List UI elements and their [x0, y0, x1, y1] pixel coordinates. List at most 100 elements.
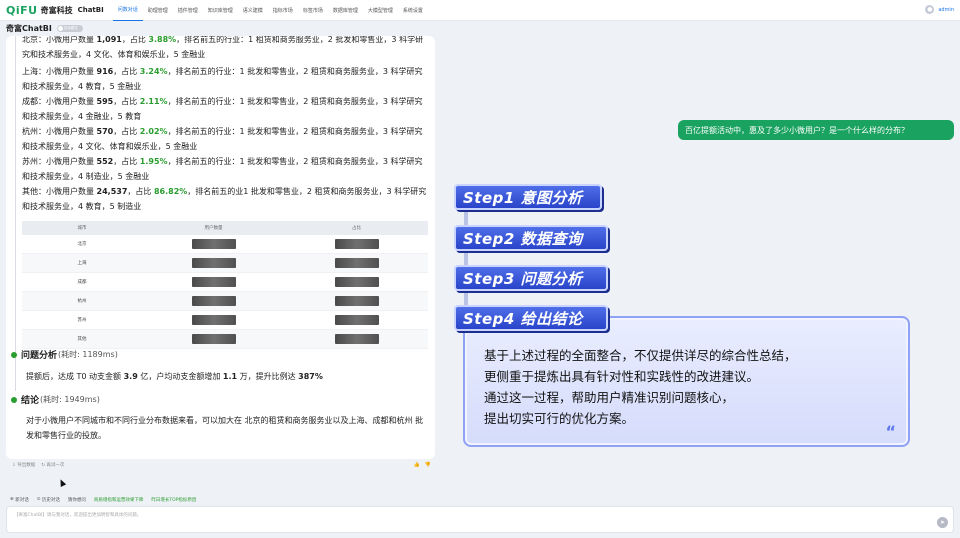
logo-product: ChatBI [77, 6, 104, 14]
conclusion-body: 对于小微用户不同城市和不同行业分布数据来看，可以加大在 北京的租赁和商务服务业以… [26, 416, 424, 440]
nav-item-settings[interactable]: 系统设置 [398, 0, 428, 21]
table-row: 杭州 [22, 292, 428, 311]
toggle-label: 自动模式 [63, 26, 78, 30]
conclusion-time: (耗时: 1949ms) [40, 395, 100, 404]
status-dot-icon [11, 351, 17, 358]
conclusion-line: 提出切实可行的优化方案。 [484, 411, 635, 426]
suggestion-chip[interactable]: 昨日增长TOP指标原因 [147, 497, 200, 503]
city-paragraph-other: 其他：小微用户数量 24,537，占比 86.82%，排名前五的业1 批发和零售… [22, 187, 427, 211]
like-icon[interactable]: 👍 [414, 462, 420, 468]
retry-label: 再试一次 [46, 463, 65, 468]
new-chat-label: 新对话 [15, 497, 29, 503]
nav-item-assistant[interactable]: 助理管理 [143, 0, 173, 21]
nav-item-tags[interactable]: 标签市场 [298, 0, 328, 21]
mouse-cursor-icon [57, 478, 67, 487]
conclusion-box: 基于上述过程的全面整合，不仅提供详尽的综合性总结， 更侧重于提炼出具有针对性和实… [463, 316, 910, 447]
avatar-icon: ● [925, 5, 935, 14]
history-label: 历史对话 [41, 497, 60, 503]
redacted-value [334, 258, 379, 268]
redacted-value [334, 334, 379, 344]
answer-actions: ⇩ 导出数据 ↻ 再试一次 👍 👎 [6, 459, 435, 471]
retry-button[interactable]: ↻ 再试一次 [41, 462, 65, 469]
column-header-count[interactable]: 用户数量 [142, 225, 285, 231]
step-1-badge: Step1 意图分析 [454, 184, 602, 210]
main-nav: 问数对话 助理管理 插件管理 知识库管理 语义建模 指标市场 标签市场 数据库管… [112, 0, 428, 21]
logo[interactable]: QiFU 奇富科技 ChatBI [6, 4, 104, 17]
new-chat-button[interactable]: ⊕ 新对话 [6, 497, 33, 503]
redacted-value [191, 277, 236, 287]
timeline-line [15, 36, 16, 391]
analysis-title: 问题分析 [21, 351, 58, 361]
user-name: admin [938, 6, 954, 13]
user-question-bubble: 百亿提额活动中，惠及了多少小微用户？是一个什么样的分布？ [678, 120, 954, 140]
redacted-value [334, 315, 379, 325]
table-row: 其他 [22, 330, 428, 349]
city-paragraph-shanghai: 上海：小微用户数量 916，占比 3.24%，排名前五的行业：1 批发和零售业，… [22, 67, 423, 91]
city-paragraph-beijing: 北京：小微用户数量 1,091，占比 3.88%，排名前五的行业：1 租赁和商务… [22, 36, 424, 59]
logo-text: 奇富科技 [40, 5, 73, 15]
table-cell-city: 其他 [77, 337, 87, 342]
redacted-value [334, 296, 379, 306]
status-dot-icon [11, 396, 17, 403]
table-row: 苏州 [22, 311, 428, 330]
nav-item-knowledge[interactable]: 知识库管理 [203, 0, 238, 21]
step-2-badge: Step2 数据查询 [454, 225, 608, 251]
chat-input[interactable]: 【奇富ChatBI】请与我对话，欢迎提出更加明智和具体的问题。 ➤ [6, 506, 954, 533]
city-paragraph-suzhou: 苏州：小微用户数量 552，占比 1.95%，排名前五的行业：1 批发和零售业，… [22, 157, 423, 181]
nav-item-chat[interactable]: 问数对话 [112, 0, 143, 21]
redacted-value [191, 239, 236, 249]
conclusion-title: 结论 [21, 396, 40, 406]
table-cell-city: 北京 [77, 242, 87, 247]
chat-title: 奇富ChatBI [6, 24, 52, 33]
user-menu[interactable]: ● admin [925, 5, 954, 14]
answer-scroll[interactable]: 北京：小微用户数量 1,091，占比 3.88%，排名前五的行业：1 租赁和商务… [6, 36, 435, 459]
table-row: 成都 [22, 273, 428, 292]
export-button[interactable]: ⇩ 导出数据 [12, 462, 36, 469]
conclusion-line: 更侧重于提炼出具有针对性和实践性的改进建议。 [484, 369, 760, 384]
chat-tools: ⊕ 新对话 ⊙ 历史对话 猜你想问 商质增指和运营效果下降 昨日增长TOP指标原… [6, 495, 200, 504]
city-paragraph-chengdu: 成都：小微用户数量 595，占比 2.11%，排名前五的行业：1 批发和零售业，… [22, 97, 423, 121]
answer-card: 北京：小微用户数量 1,091，占比 3.88%，排名前五的行业：1 租赁和商务… [6, 36, 435, 459]
conclusion-box-text: 基于上述过程的全面整合，不仅提供详尽的综合性总结， 更侧重于提炼出具有针对性和实… [484, 345, 904, 429]
toggle-knob [57, 26, 63, 31]
redacted-value [191, 315, 236, 325]
redacted-value [191, 334, 236, 344]
redacted-value [334, 239, 379, 249]
column-header-share[interactable]: 占比 [285, 225, 428, 231]
nav-item-plugins[interactable]: 插件管理 [173, 0, 203, 21]
analysis-section-header: 问题分析 (耗时: 1189ms) [11, 348, 118, 361]
dislike-icon[interactable]: 👎 [425, 462, 431, 468]
table-cell-city: 成都 [77, 280, 87, 285]
nav-item-metrics[interactable]: 指标市场 [268, 0, 298, 21]
redacted-value [334, 277, 379, 287]
step-4-badge: Step4 给出结论 [454, 305, 608, 331]
chat-header: 奇富ChatBI 自动模式 [0, 21, 435, 36]
mode-toggle[interactable]: 自动模式 [56, 25, 83, 32]
conclusion-line: 通过这一过程，帮助用户精准识别问题核心， [484, 390, 735, 405]
analysis-time: (耗时: 1189ms) [58, 350, 118, 359]
column-header-city[interactable]: 城市 [22, 225, 142, 231]
analysis-body: 提额后，达成 T0 动支金额 3.9 亿，户均动支金额增加 1.1 万，提升比例… [26, 372, 323, 381]
export-label: 导出数据 [17, 463, 36, 468]
suggest-hint: 猜你想问 [67, 497, 86, 503]
suggestion-chip[interactable]: 商质增指和运营效果下降 [90, 497, 148, 503]
send-icon[interactable]: ➤ [937, 517, 948, 528]
step-connector [464, 204, 468, 314]
conclusion-section-header: 结论 (耗时: 1949ms) [11, 393, 100, 406]
history-button[interactable]: ⊙ 历史对话 [33, 497, 64, 503]
conclusion-line: 基于上述过程的全面整合，不仅提供详尽的综合性总结， [484, 348, 797, 363]
step-3-badge: Step3 问题分析 [454, 265, 608, 291]
top-navbar: QiFU 奇富科技 ChatBI 问数对话 助理管理 插件管理 知识库管理 语义… [0, 0, 960, 21]
table-header: 城市 用户数量 占比 [22, 221, 428, 235]
nav-item-llm[interactable]: 大模型管理 [363, 0, 398, 21]
chat-input-placeholder: 【奇富ChatBI】请与我对话，欢迎提出更加明智和具体的问题。 [14, 513, 142, 518]
table-row: 北京 [22, 235, 428, 254]
logo-mark: QiFU [6, 3, 38, 17]
quote-mark-icon: “ [885, 422, 896, 441]
table-cell-city: 苏州 [77, 318, 87, 323]
redacted-value [191, 258, 236, 268]
nav-item-semantic[interactable]: 语义建模 [238, 0, 268, 21]
city-paragraph-hangzhou: 杭州：小微用户数量 570，占比 2.02%，排名前五的行业：1 批发和零售业，… [22, 127, 423, 151]
nav-item-database[interactable]: 数据库管理 [328, 0, 363, 21]
table-cell-city: 杭州 [77, 299, 87, 304]
